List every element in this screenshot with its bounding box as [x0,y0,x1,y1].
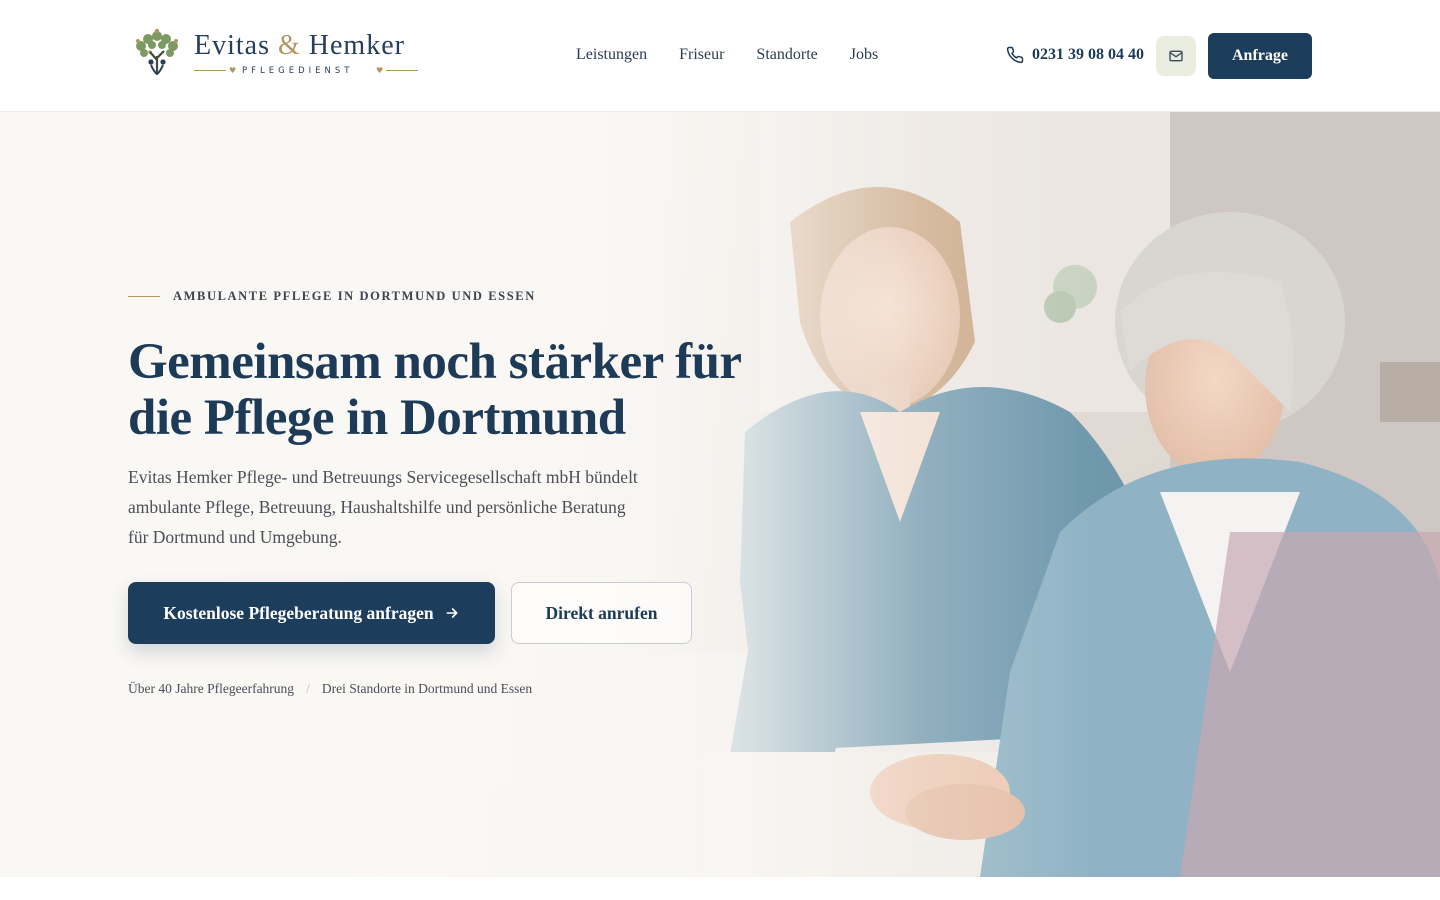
hero-eyebrow: AMBULANTE PFLEGE IN DORTMUND UND ESSEN [128,289,536,304]
hero-section: AMBULANTE PFLEGE IN DORTMUND UND ESSEN G… [0,112,1440,877]
free-consultation-button[interactable]: Kostenlose Pflegeberatung anfragen [128,582,495,644]
fact-separator: / [306,681,310,696]
nav-item-standorte[interactable]: Standorte [756,44,817,66]
logo-subtitle: PFLEGEDIENST [242,66,354,76]
free-consultation-label: Kostenlose Pflegeberatung anfragen [163,602,434,623]
call-directly-button[interactable]: Direkt anrufen [511,582,692,644]
mail-icon [1169,50,1183,62]
phone-link[interactable]: 0231 39 08 04 40 [1006,44,1144,66]
site-header: Evitas & Hemker ♥ PFLEGEDIENST ♥ Leistun… [0,0,1440,112]
fact-locations: Drei Standorte in Dortmund und Essen [321,681,533,696]
fact-experience: Über 40 Jahre Pflegeerfahrung [128,681,295,696]
mail-button[interactable] [1156,36,1196,76]
eyebrow-text: AMBULANTE PFLEGE IN DORTMUND UND ESSEN [173,289,536,303]
main-nav: Leistungen Friseur Standorte Jobs [576,44,878,66]
logo[interactable]: Evitas & Hemker ♥ PFLEGEDIENST ♥ [128,24,424,82]
hero-lead: Evitas Hemker Pflege- und Betreuungs Ser… [128,467,638,547]
heart-icon: ♥ [229,66,237,75]
hero-title: Gemeinsam noch stärker für die Pflege in… [128,334,741,446]
hero-facts: Über 40 Jahre Pflegeerfahrung / Drei Sta… [128,681,532,697]
logo-title: Evitas & Hemker [194,30,405,61]
logo-subtitle-row: ♥ PFLEGEDIENST ♥ [194,65,420,77]
phone-icon [1006,46,1024,64]
nav-item-friseur[interactable]: Friseur [679,44,724,66]
phone-number: 0231 39 08 04 40 [1032,46,1144,63]
heart-icon: ♥ [376,66,384,75]
anfrage-button[interactable]: Anfrage [1208,33,1312,79]
nav-item-leistungen[interactable]: Leistungen [576,44,647,66]
arrow-right-icon [446,608,458,618]
tree-logo-icon [136,28,178,76]
nav-item-jobs[interactable]: Jobs [850,44,878,66]
eyebrow-divider [128,296,160,297]
